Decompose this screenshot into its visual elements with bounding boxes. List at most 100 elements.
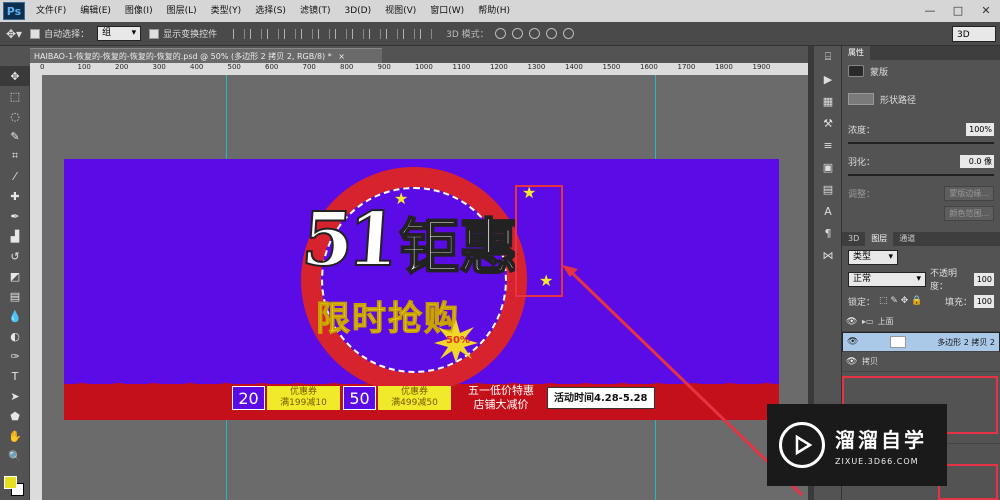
menu-edit[interactable]: 编辑(E) xyxy=(73,0,118,22)
auto-select-checkbox[interactable] xyxy=(30,28,41,39)
coupon-label: 优惠券 xyxy=(289,387,317,397)
blend-mode-dropdown[interactable]: 正常 ▾ xyxy=(848,271,926,287)
clone-icon[interactable]: ⋈ xyxy=(814,244,842,266)
menu-3d[interactable]: 3D(D) xyxy=(337,0,378,22)
stamp-tool-icon[interactable]: ▟ xyxy=(0,226,30,246)
distribute-right-icon[interactable] xyxy=(420,28,433,39)
menu-select[interactable]: 选择(S) xyxy=(248,0,293,22)
align-left-icon[interactable] xyxy=(284,28,297,39)
crop-tool-icon[interactable]: ⌗ xyxy=(0,146,30,166)
layer-thumbnail xyxy=(890,336,907,348)
lock-row: 锁定： ⬚ ✎ ✥ 🔒 填充： 100 xyxy=(842,290,1000,312)
document-tab[interactable]: HAIBAO-1-恢复的-恢复的-恢复的-恢复的.psd @ 50% (多边形 … xyxy=(30,48,382,63)
blur-tool-icon[interactable]: 💧 xyxy=(0,306,30,326)
eye-icon[interactable]: 👁 xyxy=(846,357,858,367)
fill-field[interactable]: 100 xyxy=(974,294,994,308)
restore-button[interactable]: □ xyxy=(944,0,972,20)
history-brush-icon[interactable]: ↺ xyxy=(0,246,30,266)
distribute-top-icon[interactable] xyxy=(335,28,348,39)
zoom-tool-icon[interactable]: 🔍 xyxy=(0,446,30,466)
distribute-vcenter-icon[interactable] xyxy=(352,28,365,39)
distribute-left-icon[interactable] xyxy=(386,28,399,39)
density-slider[interactable] xyxy=(848,142,994,144)
menu-image[interactable]: 图像(I) xyxy=(118,0,160,22)
gradient-tool-icon[interactable]: ▤ xyxy=(0,286,30,306)
foreground-color[interactable] xyxy=(4,476,17,489)
menu-layer[interactable]: 图层(L) xyxy=(160,0,204,22)
color-range-button[interactable]: 颜色范围... xyxy=(944,205,994,221)
lasso-tool-icon[interactable]: ◌ xyxy=(0,106,30,126)
mask-edge-button[interactable]: 蒙版边缘... xyxy=(944,185,994,201)
play-icon[interactable]: ▶ xyxy=(814,68,842,90)
roll-3d-icon[interactable] xyxy=(511,28,523,39)
menu-window[interactable]: 窗口(W) xyxy=(423,0,471,22)
marquee-tool-icon[interactable]: ⬚ xyxy=(0,86,30,106)
auto-select-target-group: 组 ▾ xyxy=(97,26,142,41)
move-tool-preset[interactable]: ✥▾ xyxy=(6,27,22,41)
history-icon[interactable]: ⌸ xyxy=(814,46,842,68)
show-transform-checkbox[interactable] xyxy=(149,28,160,39)
tab-layers[interactable]: 图层 xyxy=(865,232,894,246)
distribute-hcenter-icon[interactable] xyxy=(403,28,416,39)
color-swatches[interactable] xyxy=(4,476,26,496)
path-select-tool-icon[interactable]: ➤ xyxy=(0,386,30,406)
hand-tool-icon[interactable]: ✋ xyxy=(0,426,30,446)
feather-slider[interactable] xyxy=(848,174,994,176)
align-top-icon[interactable] xyxy=(233,28,246,39)
healing-tool-icon[interactable]: ✚ xyxy=(0,186,30,206)
align-bottom-icon[interactable] xyxy=(267,28,280,39)
scale-3d-icon[interactable] xyxy=(562,28,574,39)
feather-field[interactable]: 0.0 像 xyxy=(960,154,994,168)
auto-select-dropdown[interactable]: 组 ▾ xyxy=(97,26,142,41)
layer-row-selected[interactable]: 👁 多边形 2 拷贝 2 xyxy=(842,332,1000,352)
canvas-area[interactable]: 51 钜惠 限时抢购 ★ ★ ★ 50% 20 优惠券 满199减10 50 优… xyxy=(42,75,808,500)
mask-icon xyxy=(848,65,864,77)
tab-channels[interactable]: 通道 xyxy=(893,232,921,246)
menu-filter[interactable]: 滤镜(T) xyxy=(293,0,338,22)
tools-icon[interactable]: ⚒ xyxy=(814,112,842,134)
opacity-field[interactable]: 100 xyxy=(974,272,994,286)
lock-icons[interactable]: ⬚ ✎ ✥ 🔒 xyxy=(879,296,922,306)
slide-3d-icon[interactable] xyxy=(545,28,557,39)
menu-file[interactable]: 文件(F) xyxy=(29,0,73,22)
move-tool-icon[interactable]: ✥ xyxy=(0,66,30,86)
auto-select-label: 自动选择： xyxy=(44,30,90,40)
dodge-tool-icon[interactable]: ◐ xyxy=(0,326,30,346)
minimize-button[interactable]: — xyxy=(916,0,944,20)
pen-tool-icon[interactable]: ✑ xyxy=(0,346,30,366)
tab-properties[interactable]: 属性 xyxy=(842,46,870,60)
ruler-tick-label: 1400 xyxy=(565,63,583,71)
menu-view[interactable]: 视图(V) xyxy=(378,0,423,22)
menu-help[interactable]: 帮助(H) xyxy=(471,0,517,22)
eye-icon[interactable]: 👁 xyxy=(847,336,859,349)
eye-icon[interactable]: 👁 xyxy=(846,317,858,327)
brush-tool-icon[interactable]: ✒ xyxy=(0,206,30,226)
eyedropper-tool-icon[interactable]: ⁄ xyxy=(0,166,30,186)
eraser-tool-icon[interactable]: ◩ xyxy=(0,266,30,286)
menu-type[interactable]: 类型(Y) xyxy=(204,0,249,22)
brush-preset-icon[interactable]: ≡ xyxy=(814,134,842,156)
layer-row[interactable]: 👁 拷贝 xyxy=(842,352,1000,372)
close-tab-icon[interactable]: × xyxy=(338,52,345,61)
rotate-3d-icon[interactable] xyxy=(494,28,506,39)
tab-3d[interactable]: 3D xyxy=(842,232,865,246)
character-icon[interactable]: ▤ xyxy=(814,178,842,200)
distribute-bottom-icon[interactable] xyxy=(369,28,382,39)
paragraph-icon[interactable]: ¶ xyxy=(814,222,842,244)
workspace-dropdown[interactable]: 3D xyxy=(952,26,996,42)
type-tool-icon[interactable]: T xyxy=(0,366,30,386)
align-vcenter-icon[interactable] xyxy=(250,28,263,39)
close-button[interactable]: ✕ xyxy=(972,0,1000,20)
density-field[interactable]: 100% xyxy=(966,122,994,136)
swatch-icon[interactable]: ▣ xyxy=(814,156,842,178)
align-hcenter-icon[interactable] xyxy=(301,28,314,39)
layer-row[interactable]: 👁 ▸▭ 上面 xyxy=(842,312,1000,332)
drag-3d-icon[interactable] xyxy=(528,28,540,39)
coupon-card: 优惠券 满499减50 xyxy=(378,386,451,410)
quick-select-tool-icon[interactable]: ✎ xyxy=(0,126,30,146)
shape-tool-icon[interactable]: ⬟ xyxy=(0,406,30,426)
adjust-icon[interactable]: ▦ xyxy=(814,90,842,112)
text-char-icon[interactable]: A xyxy=(814,200,842,222)
align-right-icon[interactable] xyxy=(318,28,331,39)
layer-filter-dropdown[interactable]: 类型 ▾ xyxy=(848,249,898,265)
